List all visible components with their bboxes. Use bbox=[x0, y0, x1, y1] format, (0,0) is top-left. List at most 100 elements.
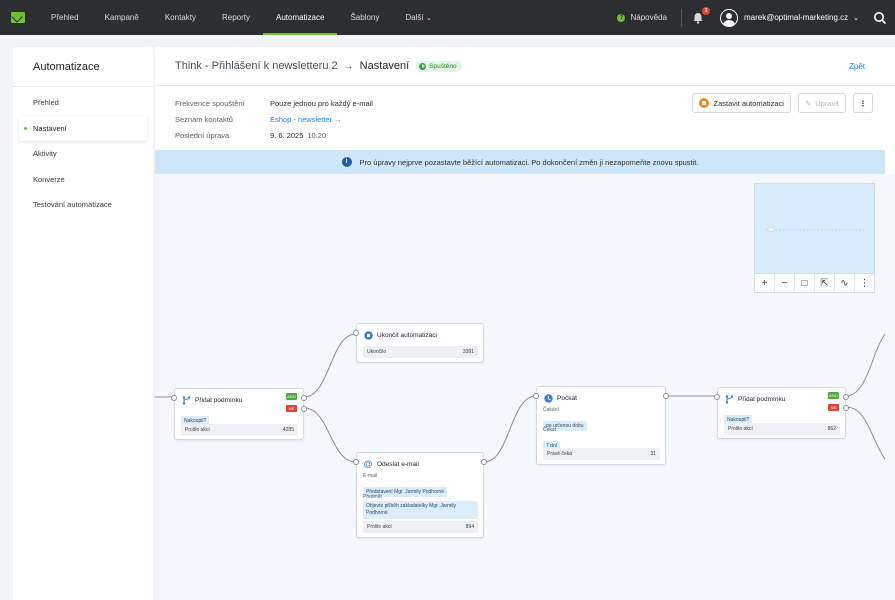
end-automation-node[interactable]: Ukončit automatizaci Ukončilo 3391 bbox=[353, 323, 484, 363]
stat-label: Ukončilo bbox=[367, 349, 387, 355]
list-label: Seznam kontaktů bbox=[175, 114, 233, 124]
nav-item-kontakty[interactable]: Kontakty bbox=[152, 0, 209, 35]
notice-text: Pro úpravy nejprve pozastavte běžící aut… bbox=[359, 157, 699, 167]
nav-item-sablony[interactable]: Šablony bbox=[337, 0, 392, 35]
nav-item-kampane[interactable]: Kampaně bbox=[92, 0, 152, 35]
branch-icon bbox=[724, 394, 734, 404]
wait-node[interactable]: Počkat Čekání po určenou dobu Čekat 7 dn… bbox=[533, 386, 669, 465]
nav-divider bbox=[680, 8, 682, 27]
node-title: Přidat podmínku bbox=[181, 395, 242, 405]
sidebar-item-prehled[interactable]: Přehled bbox=[19, 90, 147, 115]
subject-chip-wrap: Objevte příběh zakladatelky Mgr. Jarmily… bbox=[363, 501, 478, 519]
notifications-button[interactable]: 3 bbox=[692, 6, 710, 25]
nav-item-automatizace[interactable]: Automatizace bbox=[262, 0, 338, 35]
connector-email-to-wait bbox=[483, 395, 537, 463]
stat-label: Právě čeká bbox=[547, 451, 573, 457]
at-sign-icon: @ bbox=[363, 459, 373, 469]
output-port-yes[interactable] bbox=[301, 395, 307, 401]
breadcrumb-automation-name[interactable]: Think - Přihlášení k newsletteru 2 bbox=[175, 60, 338, 72]
node-stat: Prošlo akcí 862 bbox=[724, 423, 840, 435]
workflow-canvas[interactable]: + − □ ⇱ ∿ ⋮ Přidat podmínku Nakoupil? Pr… bbox=[155, 174, 895, 600]
stop-automation-label: Zastavit automatizaci bbox=[713, 98, 784, 108]
input-port[interactable] bbox=[714, 394, 720, 400]
chart-button[interactable]: ∿ bbox=[835, 274, 855, 292]
condition-node[interactable]: Přidat podmínku Nakoupil? Prošlo akcí 42… bbox=[171, 388, 307, 440]
nav-menu: Přehled Kampaně Kontakty Reporty Automat… bbox=[38, 0, 445, 35]
user-menu[interactable]: marek@optimal-marketing.cz ⌄ bbox=[719, 8, 859, 27]
sidebar-item-testovani[interactable]: Testování automatizace bbox=[19, 192, 147, 217]
yes-branch-badge: ANO bbox=[828, 392, 839, 399]
stat-value: 862 bbox=[827, 426, 836, 432]
input-port[interactable] bbox=[533, 393, 539, 399]
email-title: Odeslat e-mail bbox=[377, 460, 419, 468]
chevron-down-icon: ⌄ bbox=[853, 14, 859, 22]
minimap-toolbar: + − □ ⇱ ∿ ⋮ bbox=[755, 273, 874, 292]
wait-duration-label: Čekat bbox=[543, 427, 557, 433]
zoom-out-button[interactable]: − bbox=[775, 274, 795, 292]
sidebar-title: Automatizace bbox=[33, 61, 100, 73]
edit-button[interactable]: ✎ Upravit bbox=[797, 93, 846, 113]
minimap-more-button[interactable]: ⋮ bbox=[855, 274, 874, 292]
connector-no-out bbox=[845, 406, 886, 460]
input-port[interactable] bbox=[353, 330, 359, 336]
email-label: E-mail bbox=[363, 473, 378, 479]
search-button[interactable] bbox=[873, 11, 887, 25]
page-header: Think - Přihlášení k newsletteru 2 → Nas… bbox=[155, 47, 895, 86]
nav-item-dalsi[interactable]: Další ⌄ bbox=[392, 0, 444, 35]
subject-label: Předmět bbox=[363, 494, 382, 500]
back-link[interactable]: Zpět bbox=[849, 62, 865, 71]
nav-item-prehled[interactable]: Přehled bbox=[38, 0, 92, 35]
info-row-list: Seznam kontaktů Eshop - newsletter → bbox=[175, 111, 373, 127]
node-title: Počkat bbox=[543, 393, 577, 403]
more-options-button[interactable]: ⋮ bbox=[853, 93, 873, 113]
frequency-label: Frekvence spouštění bbox=[175, 98, 245, 108]
sidebar-item-nastaveni[interactable]: Nastavení bbox=[19, 115, 147, 141]
help-link[interactable]: ? Nápověda bbox=[617, 13, 667, 22]
minimap[interactable]: + − □ ⇱ ∿ ⋮ bbox=[754, 183, 875, 293]
nav-item-reporty[interactable]: Reporty bbox=[209, 0, 263, 35]
info-notice: i Pro úpravy nejprve pozastavte běžící a… bbox=[155, 150, 885, 174]
chevron-down-icon: ⌄ bbox=[425, 15, 432, 22]
contact-list-link[interactable]: Eshop - newsletter → bbox=[270, 115, 342, 124]
arrow-right-icon: → bbox=[343, 60, 354, 72]
sidebar-divider bbox=[13, 86, 153, 87]
output-port[interactable] bbox=[481, 459, 487, 465]
condition-title: Přidat podmínku bbox=[195, 396, 243, 404]
stop-automation-button[interactable]: Zastavit automatizaci bbox=[692, 93, 791, 113]
zoom-in-button[interactable]: + bbox=[755, 274, 775, 292]
layout-button[interactable]: ⇱ bbox=[815, 274, 835, 292]
connector-no-to-email bbox=[303, 407, 357, 463]
info-row-frequency: Frekvence spouštění Pouze jednou pro kaž… bbox=[175, 95, 373, 111]
node-title: Ukončit automatizaci bbox=[363, 330, 437, 340]
minimap-viewport[interactable] bbox=[755, 184, 874, 273]
updated-label: Poslední úprava bbox=[175, 130, 230, 140]
wait-label: Čekání bbox=[543, 407, 559, 413]
end-title: Ukončit automatizaci bbox=[377, 331, 437, 339]
send-email-node[interactable]: @ Odeslat e-mail E-mail Představení Mgr.… bbox=[353, 452, 487, 538]
input-port[interactable] bbox=[353, 459, 359, 465]
condition-title: Přidat podmínku bbox=[738, 395, 786, 403]
arrow-right-icon: → bbox=[334, 114, 342, 124]
node-stat: Prošlo akcí 894 bbox=[363, 521, 478, 533]
breadcrumb: Think - Přihlášení k newsletteru 2 → Nas… bbox=[175, 60, 462, 72]
node-stat: Právě čeká 31 bbox=[543, 448, 660, 460]
output-port-no[interactable] bbox=[301, 406, 307, 412]
output-port-yes[interactable] bbox=[843, 394, 849, 400]
stat-value: 3391 bbox=[462, 349, 474, 355]
frequency-value: Pouze jednou pro každý e-mail bbox=[270, 98, 373, 108]
logo-icon[interactable] bbox=[11, 12, 25, 23]
fit-view-button[interactable]: □ bbox=[795, 274, 815, 292]
stop-icon bbox=[699, 98, 710, 108]
sidebar-item-aktivity[interactable]: Aktivity bbox=[19, 141, 147, 166]
condition-node[interactable]: Přidat podmínku Nakoupil? Prošlo akcí 86… bbox=[714, 387, 849, 439]
node-stat: Ukončilo 3391 bbox=[363, 346, 478, 358]
connector-yes-to-end bbox=[303, 333, 357, 398]
user-email: marek@optimal-marketing.cz bbox=[743, 13, 849, 22]
header-actions: Zastavit automatizaci ✎ Upravit ⋮ bbox=[685, 93, 873, 113]
output-port-no[interactable] bbox=[843, 405, 849, 411]
top-navigation: Přehled Kampaně Kontakty Reporty Automat… bbox=[0, 0, 895, 35]
input-port[interactable] bbox=[171, 395, 177, 401]
output-port[interactable] bbox=[663, 393, 669, 399]
stat-value: 894 bbox=[465, 524, 474, 530]
sidebar-item-konverze[interactable]: Konverze bbox=[19, 167, 147, 192]
